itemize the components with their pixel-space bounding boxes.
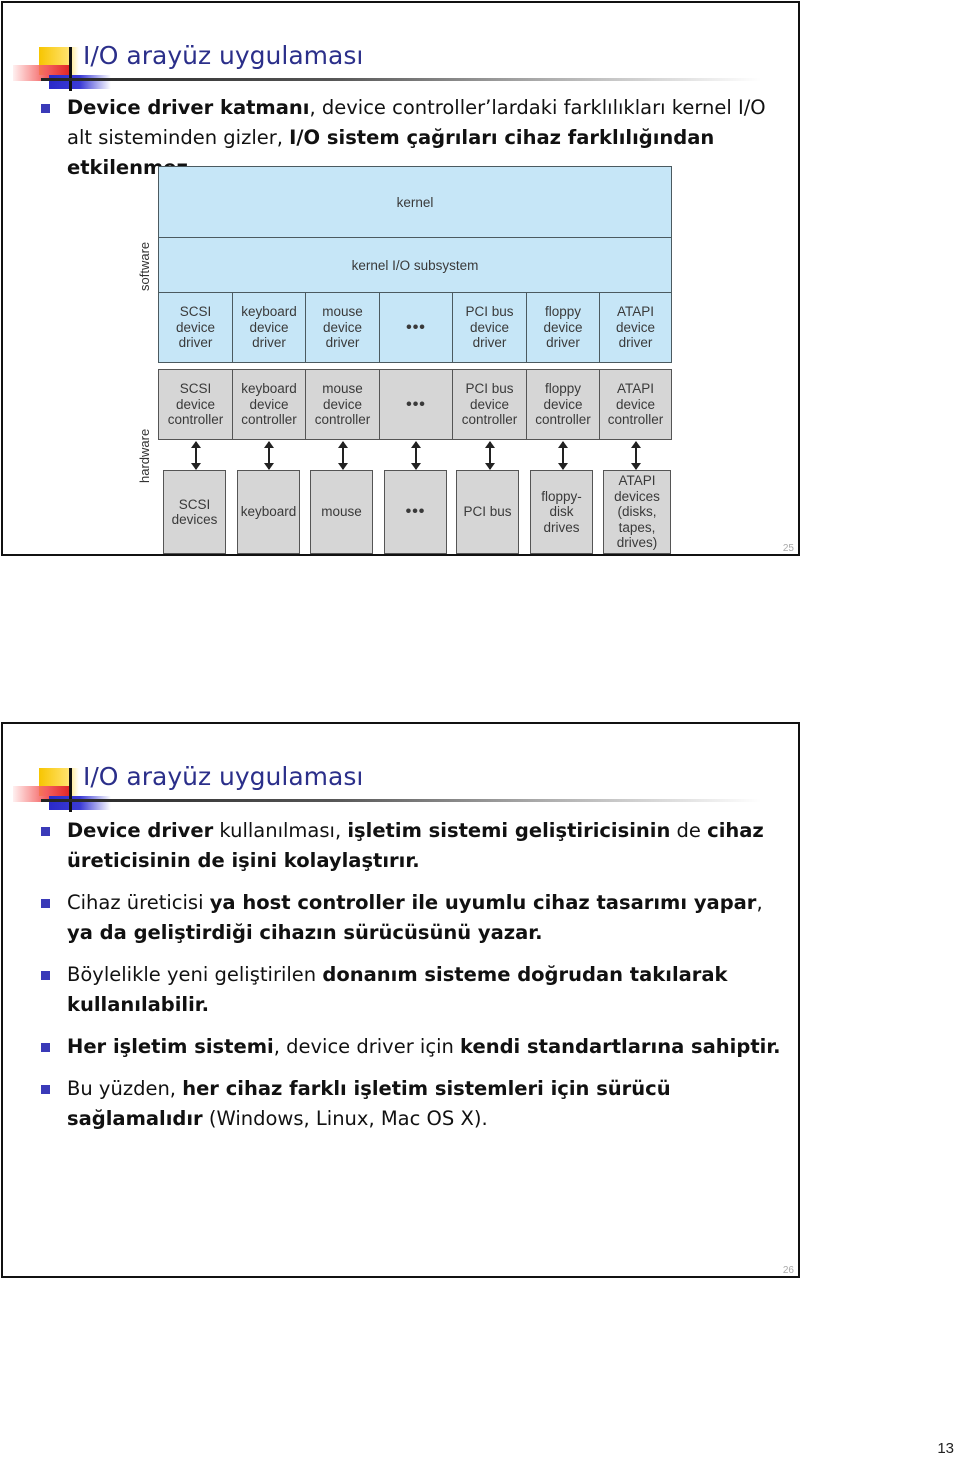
square-bullet-icon (41, 971, 50, 980)
device-controller-box-label: keyboard device controller (241, 381, 297, 428)
slide-title: I/O arayüz uygulaması (83, 41, 364, 70)
kernel-io-subsystem-box: kernel I/O subsystem (158, 237, 672, 294)
bullet-item: Böylelikle yeni geliştirilen donanım sis… (39, 960, 789, 1020)
device-driver-box: floppy device driver (526, 292, 600, 363)
device-box: keyboard (237, 470, 300, 554)
bold-text: Device driver (67, 819, 214, 842)
text: Böylelikle yeni geliştirilen (67, 963, 323, 986)
device-driver-box-label: keyboard device driver (241, 304, 297, 351)
deco-vertical-line (69, 47, 72, 91)
text: Cihaz üreticisi (67, 891, 210, 914)
device-box-label: mouse (321, 504, 362, 520)
io-structure-diagram: software hardware kernel kernel I/O subs… (133, 163, 678, 558)
text: de (670, 819, 708, 842)
device-driver-box: SCSI device driver (158, 292, 233, 363)
device-box: floppy- disk drives (530, 470, 593, 554)
document-page-number: 13 (937, 1440, 954, 1457)
device-controller-box-label: ATAPI device controller (607, 381, 664, 428)
bidirectional-arrow-icon (484, 441, 495, 470)
device-driver-box: PCI bus device driver (452, 292, 527, 363)
square-bullet-icon (41, 1085, 50, 1094)
bidirectional-arrow-icon (411, 441, 421, 470)
device-driver-box: keyboard device driver (232, 292, 306, 363)
square-bullet-icon (41, 1043, 50, 1052)
bold-text: Her işletim sistemi (67, 1035, 274, 1058)
bidirectional-arrow-icon (190, 441, 201, 470)
slide-title: I/O arayüz uygulaması (83, 762, 364, 791)
title-underline (41, 78, 761, 81)
device-box: SCSI devices (163, 470, 226, 554)
bold-text: ya host controller ile uyumlu cihaz tasa… (209, 891, 757, 914)
square-bullet-icon (41, 827, 50, 836)
device-box: ATAPI devices (disks, tapes, drives) (603, 470, 671, 554)
device-controller-box: mouse device controller (305, 369, 380, 440)
bidirectional-arrow-icon (264, 441, 274, 470)
device-controller-box: ATAPI device controller (599, 369, 672, 440)
device-box-label: keyboard (240, 504, 297, 520)
device-controller-box-label: PCI bus device controller (461, 381, 518, 428)
text: , (756, 891, 763, 914)
device-box-label: SCSI devices (171, 496, 218, 528)
text: kullanılması, (213, 819, 348, 842)
text: , device driver için (273, 1035, 461, 1058)
device-box-label: floppy- disk drives (541, 488, 582, 535)
bold-text: işletim sistemi geliştiricisinin (347, 819, 671, 842)
device-box-label: ATAPI devices (disks, tapes, drives) (614, 473, 660, 551)
slide-page-number: 25 (782, 543, 794, 554)
device-controller-box-label: SCSI device controller (167, 381, 224, 428)
bold-text: kendi standartlarına sahiptir. (460, 1035, 781, 1058)
bullet-item: Cihaz üreticisi ya host controller ile u… (39, 888, 789, 948)
text: (Windows, Linux, Mac OS X). (202, 1107, 488, 1130)
deco-vertical-line (69, 768, 72, 812)
square-bullet-icon (41, 899, 50, 908)
kernel-box: kernel (158, 166, 672, 239)
text: Bu yüzden, (67, 1077, 183, 1100)
square-bullet-icon (41, 104, 50, 113)
device-box-label: ••• (405, 503, 426, 521)
bidirectional-arrow-icon (558, 441, 568, 470)
device-controller-box: keyboard device controller (232, 369, 306, 440)
device-driver-box-label: SCSI device driver (175, 304, 216, 351)
device-controller-box-label: ••• (406, 395, 426, 413)
device-driver-box-label: floppy device driver (543, 304, 583, 351)
kernel-io-subsystem-label: kernel I/O subsystem (351, 257, 479, 273)
bold-text: Device driver katmanı (67, 96, 310, 119)
device-controller-box: PCI bus device controller (452, 369, 527, 440)
bidirectional-arrow-icon (337, 441, 348, 470)
slide-page-number: 26 (782, 1265, 794, 1276)
device-box: mouse (310, 470, 373, 554)
device-box: ••• (384, 470, 447, 554)
bullet-item: Bu yüzden, her cihaz farklı işletim sist… (39, 1074, 789, 1134)
device-controller-box: ••• (379, 369, 453, 440)
bullet-list: Device driver kullanılması, işletim sist… (39, 816, 789, 1146)
device-driver-box: ATAPI device driver (599, 292, 672, 363)
slide-25: I/O arayüz uygulaması Device driver katm… (1, 1, 800, 556)
device-controller-box-label: floppy device controller (535, 381, 591, 428)
device-box: PCI bus (456, 470, 519, 554)
kernel-label: kernel (396, 194, 434, 210)
device-box-label: PCI bus (463, 504, 512, 520)
device-controller-box: SCSI device controller (158, 369, 233, 440)
title-underline (41, 799, 761, 802)
bold-text: ya da geliştirdiği cihazın sürücüsünü ya… (67, 921, 543, 944)
software-label: software (137, 241, 152, 291)
device-driver-box: ••• (379, 292, 453, 363)
bidirectional-arrow-icon (630, 441, 641, 470)
device-controller-box-label: mouse device controller (314, 381, 371, 428)
hardware-label: hardware (137, 428, 152, 483)
device-driver-box-label: mouse device driver (322, 304, 363, 351)
slide-26: I/O arayüz uygulaması Device driver kull… (1, 722, 800, 1278)
device-driver-box-label: ATAPI device driver (615, 304, 656, 351)
device-controller-box: floppy device controller (526, 369, 600, 440)
device-driver-box-label: ••• (406, 318, 426, 336)
bullet-item: Device driver kullanılması, işletim sist… (39, 816, 789, 876)
device-driver-box: mouse device driver (305, 292, 380, 363)
device-driver-box-label: PCI bus device driver (465, 304, 514, 351)
bullet-item: Her işletim sistemi, device driver için … (39, 1032, 789, 1062)
